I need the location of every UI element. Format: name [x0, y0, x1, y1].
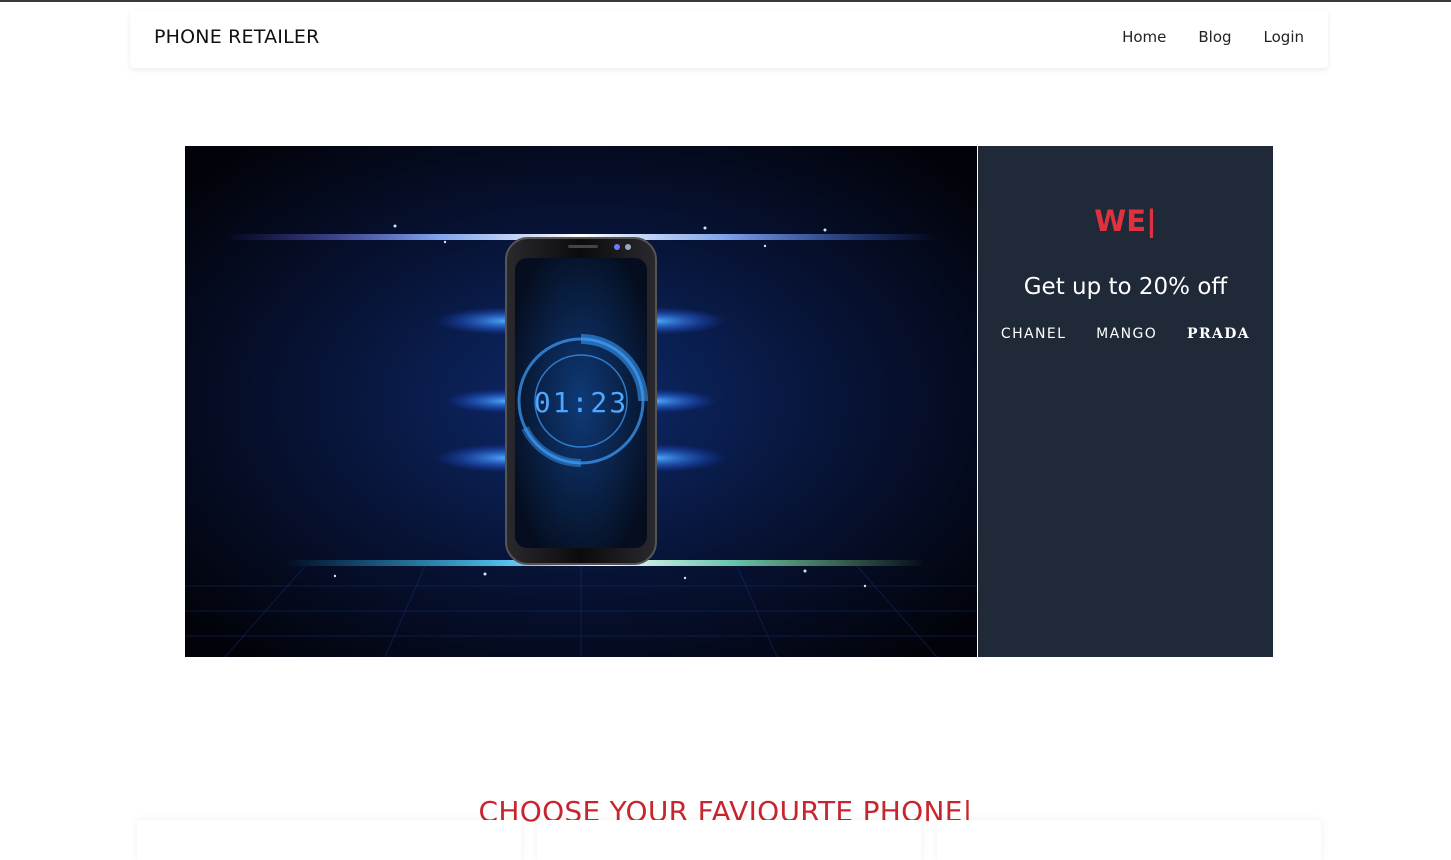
- nav-blog-link[interactable]: Blog: [1198, 28, 1231, 46]
- hero-phone-image: 01:23: [185, 146, 977, 657]
- brand-chanel-logo: CHANEL: [1000, 326, 1067, 342]
- brand-mango-logo: MANGO: [1096, 326, 1158, 342]
- nav-login-link[interactable]: Login: [1264, 28, 1304, 46]
- promo-panel: WE| Get up to 20% off CHANEL MANGO PRADA: [978, 146, 1273, 657]
- product-card[interactable]: [937, 820, 1321, 860]
- product-card[interactable]: [537, 820, 921, 860]
- navbar: PHONE RETAILER Home Blog Login: [130, 10, 1328, 68]
- brand-prada-logo: PRADA: [1187, 326, 1251, 342]
- top-border: [0, 0, 1451, 2]
- promo-title: WE|: [1094, 204, 1157, 238]
- brand-logos: CHANEL MANGO PRADA: [978, 326, 1273, 342]
- phone-clock-text: 01:23: [534, 386, 628, 419]
- hero-banner: 01:23 WE| Get up to 20% off CHANEL MANGO…: [185, 146, 1273, 657]
- nav-links: Home Blog Login: [1122, 28, 1304, 46]
- product-card[interactable]: [137, 820, 521, 860]
- promo-subtitle: Get up to 20% off: [1023, 274, 1228, 300]
- brand-logo-text[interactable]: PHONE RETAILER: [154, 26, 320, 48]
- nav-home-link[interactable]: Home: [1122, 28, 1166, 46]
